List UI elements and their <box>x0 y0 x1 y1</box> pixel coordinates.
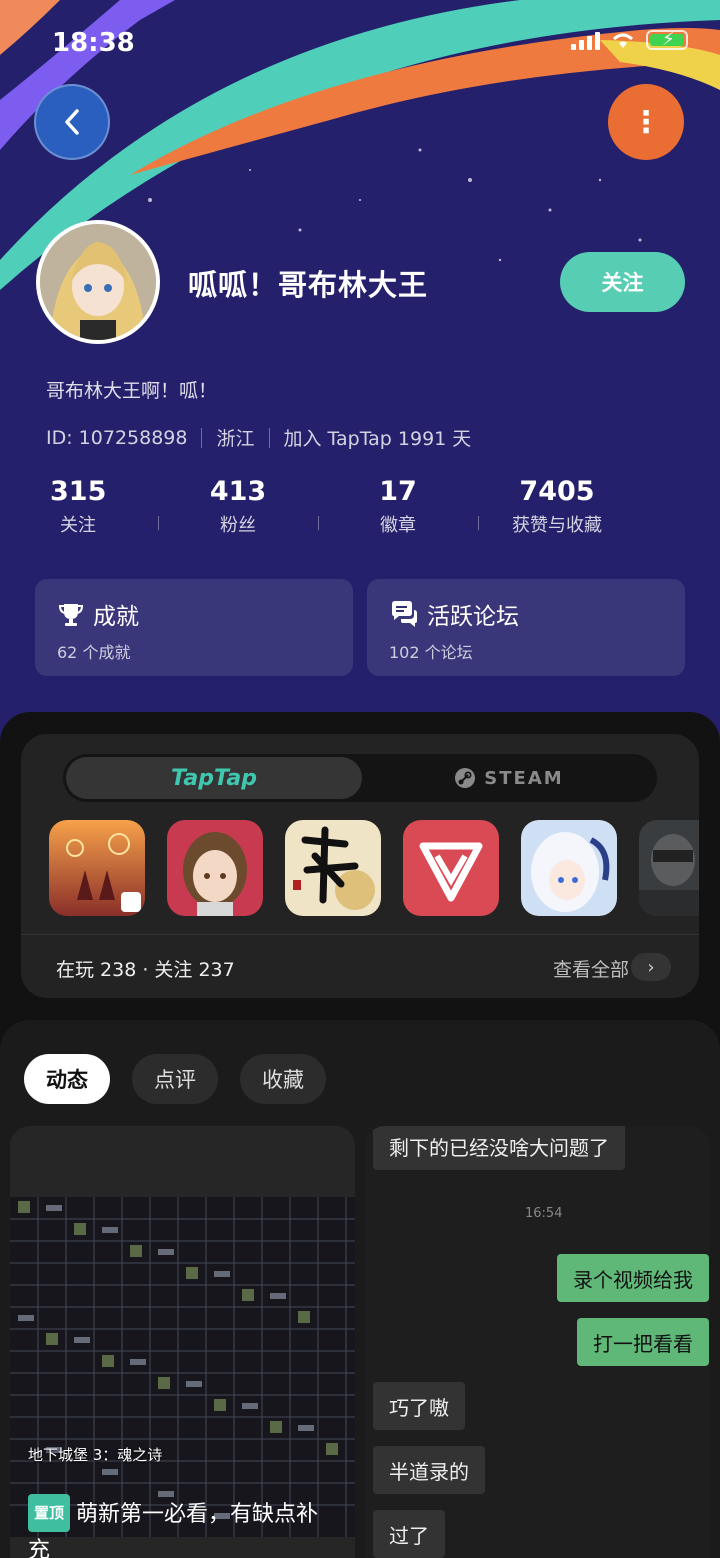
chevron-left-icon <box>65 109 79 135</box>
game-icon-red-shield[interactable] <box>403 820 499 916</box>
chat-bubbles-icon <box>392 601 417 627</box>
user-name: 呱呱！哥布林大王 <box>188 268 429 302</box>
user-id: ID: 107258898 <box>46 426 188 449</box>
stat-value: 7405 <box>519 476 595 507</box>
meta-divider <box>268 427 270 448</box>
user-meta: ID: 107258898 浙江 加入 TapTap 1991 天 <box>46 424 471 451</box>
user-joined: 加入 TapTap 1991 天 <box>283 428 472 450</box>
profile-stats: 315 关注 413 粉丝 17 徽章 7405 获赞与收藏 <box>0 476 720 546</box>
platform-switcher: TapTap STEAM <box>63 754 657 802</box>
feed-tabs: 动态 点评 收藏 <box>24 1054 326 1104</box>
games-footer: 在玩 238 · 关注 237 查看全部 › <box>21 934 699 998</box>
tab-steam[interactable]: STEAM <box>363 757 655 799</box>
stat-value: 315 <box>50 476 107 507</box>
tab-activity[interactable]: 动态 <box>24 1054 110 1104</box>
post-title: 置顶 萌新第一必看，有缺点补充 <box>28 1494 338 1558</box>
view-all-chevron-button[interactable]: › <box>631 953 671 981</box>
chat-message: 录个视频给我 <box>557 1254 709 1302</box>
wifi-icon <box>613 33 633 48</box>
avatar-image <box>40 224 156 340</box>
status-time: 18:38 <box>52 28 135 58</box>
game-icon-soldier[interactable] <box>639 820 699 916</box>
game-icon-art <box>49 820 145 916</box>
chat-message: 半道录的 <box>373 1446 485 1494</box>
achievements-title: 成就 <box>93 604 139 630</box>
stat-divider <box>478 516 479 530</box>
tab-reviews[interactable]: 点评 <box>132 1054 218 1104</box>
chat-timestamp: 16:54 <box>525 1206 563 1221</box>
stat-label: 粉丝 <box>220 515 256 536</box>
stat-label: 徽章 <box>380 515 416 536</box>
back-button[interactable] <box>34 84 110 160</box>
tab-steam-label: STEAM <box>484 767 564 789</box>
game-icon-list <box>49 820 699 916</box>
user-region: 浙江 <box>216 428 255 450</box>
stat-badges[interactable]: 17 徽章 <box>374 476 422 537</box>
game-icon-art <box>403 820 499 916</box>
chat-message: 过了 <box>373 1510 445 1558</box>
pinned-post-card[interactable]: 地下城堡 3：魂之诗 置顶 萌新第一必看，有缺点补充 <box>10 1126 355 1558</box>
stat-value: 413 <box>209 476 267 507</box>
forums-title: 活跃论坛 <box>427 604 519 630</box>
follow-button[interactable]: 关注 <box>560 252 685 312</box>
stat-divider <box>318 516 319 530</box>
steam-icon <box>455 768 476 788</box>
achievements-count: 62 个成就 <box>57 643 131 662</box>
stat-label: 关注 <box>60 515 96 536</box>
more-options-button[interactable]: ⋮ <box>608 84 684 160</box>
stat-value: 17 <box>379 476 417 507</box>
signal-icon <box>571 30 600 50</box>
game-icon-white-hair-girl[interactable] <box>521 820 617 916</box>
more-vertical-icon: ⋮ <box>631 104 661 140</box>
game-icon-art <box>521 820 617 916</box>
stat-followers[interactable]: 413 粉丝 <box>208 476 268 537</box>
games-card: TapTap STEAM 在玩 238 · 关注 237 查看全部 › <box>21 734 699 998</box>
stat-label: 获赞与收藏 <box>512 515 602 536</box>
chat-screenshot-card[interactable]: 剩下的已经没啥大问题了 16:54 录个视频给我 打一把看看 巧了嗷 半道录的 … <box>365 1126 710 1558</box>
chevron-right-icon: › <box>647 956 655 978</box>
chat-message: 巧了嗷 <box>373 1382 465 1430</box>
status-icons: ⚡ <box>571 29 688 50</box>
chat-message: 打一把看看 <box>577 1318 709 1366</box>
game-icon-anime-girl[interactable] <box>167 820 263 916</box>
trophy-icon <box>58 604 84 626</box>
tab-favorites[interactable]: 收藏 <box>240 1054 326 1104</box>
chat-message: 剩下的已经没啥大问题了 <box>373 1126 625 1170</box>
stat-following[interactable]: 315 关注 <box>50 476 106 537</box>
battery-icon: ⚡ <box>646 29 688 50</box>
game-icon-sky[interactable] <box>49 820 145 916</box>
forums-card[interactable]: 活跃论坛 102 个论坛 <box>367 579 685 676</box>
game-icon-art <box>285 820 381 916</box>
forums-count: 102 个论坛 <box>389 643 473 662</box>
game-icon-calligraphy[interactable] <box>285 820 381 916</box>
achievements-card[interactable]: 成就 62 个成就 <box>35 579 353 676</box>
pinned-badge: 置顶 <box>28 1494 71 1532</box>
user-bio: 哥布林大王啊！呱！ <box>46 380 218 402</box>
view-all-link[interactable]: 查看全部 <box>553 955 629 982</box>
post-image-caption: 地下城堡 3：魂之诗 <box>28 1446 163 1464</box>
avatar[interactable] <box>36 220 160 344</box>
game-icon-art <box>639 820 699 916</box>
meta-divider <box>201 427 203 448</box>
post-title-text: 萌新第一必看，有缺点补充 <box>28 1502 319 1558</box>
tab-taptap[interactable]: TapTap <box>66 757 362 799</box>
status-bar: 18:38 ⚡ <box>0 0 720 86</box>
games-count: 在玩 238 · 关注 237 <box>56 959 235 981</box>
stat-likes[interactable]: 7405 获赞与收藏 <box>502 476 612 537</box>
stat-divider <box>158 516 159 530</box>
game-icon-art <box>167 820 263 916</box>
